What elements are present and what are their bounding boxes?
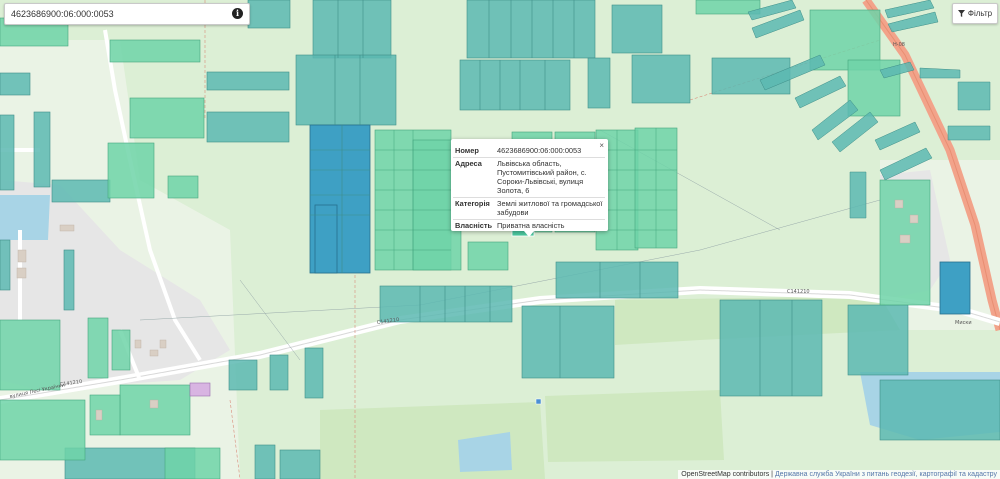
search-input[interactable] [11,9,211,19]
info-key: Власність [453,219,495,232]
map-attribution: OpenStreetMap contributors | Державна сл… [678,470,1000,479]
search-bar: i [4,3,250,25]
cadastral-map[interactable]: С141210 С141210 С141210 вулиця Лесі Укра… [0,0,1000,479]
info-row-category: Категорія Землі житлової та громадської … [453,197,605,220]
popup-pointer [524,231,534,237]
parcel-info-popup: × Номер 4623686900:06:000:0053 Адреса Ль… [451,139,608,232]
bottom-right-label: Миски [955,320,972,326]
attribution-separator: | [771,471,773,478]
highway-label: Н-08 [893,42,905,48]
filter-button[interactable]: Фільтр [952,3,998,24]
info-key: Номер [455,146,479,155]
info-key: Категорія [453,197,495,220]
blue-marker[interactable] [535,398,542,405]
osm-attribution-link[interactable]: OpenStreetMap contributors [681,471,769,478]
info-key: Адреса [453,157,495,198]
road-label-right: С141210 [787,289,810,295]
info-value: 4623686900:06:000:0053 [497,146,582,155]
filter-label: Фільтр [967,9,993,18]
info-icon[interactable]: i [232,8,243,19]
filter-icon [957,10,965,17]
info-value: Львівська область, Пустомитівський район… [495,157,605,198]
parcel-info-table: Номер 4623686900:06:000:0053 Адреса Льві… [453,145,605,232]
info-row-address: Адреса Львівська область, Пустомитівськи… [453,157,605,198]
info-row-number: Номер 4623686900:06:000:0053 [453,145,605,158]
gov-attribution-link[interactable]: Державна служба України з питань геодезі… [775,471,997,478]
info-value: Землі житлової та громадської забудови [495,197,605,220]
purple-parcel[interactable] [189,382,211,397]
info-value: Приватна власність [495,219,605,232]
